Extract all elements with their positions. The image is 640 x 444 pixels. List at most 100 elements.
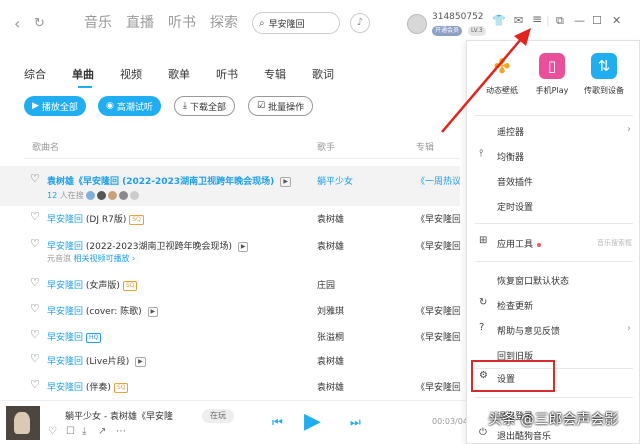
col-song: 歌曲名 bbox=[32, 143, 60, 153]
artist-name[interactable]: 张溢桐 bbox=[317, 330, 344, 343]
download-icon: ⤓ bbox=[183, 101, 187, 111]
batch-button[interactable]: ☑ 批量操作 bbox=[248, 96, 314, 116]
table-row[interactable]: ♡ 袁树雄《早安隆回 (2022-2023湖南卫视跨年晚会现场) ▶ 躺平少女 … bbox=[0, 166, 460, 206]
heart-icon[interactable]: ♡ bbox=[30, 302, 40, 315]
now-playing-title[interactable]: 躺平少女 - 袁树雄《早安隆 bbox=[65, 409, 173, 422]
heart-icon[interactable]: ♡ bbox=[30, 237, 40, 250]
tab-explore[interactable]: 探索 bbox=[210, 12, 238, 32]
play-all-button[interactable]: ▶ 播放全部 bbox=[24, 96, 86, 116]
heart-icon[interactable]: ♡ bbox=[48, 426, 57, 437]
play-icon: ▶ bbox=[32, 101, 39, 111]
tab-audiobook[interactable]: 听书 bbox=[168, 12, 196, 32]
tab-albums[interactable]: 专辑 bbox=[264, 66, 286, 82]
album-name[interactable]: 《早安隆回 bbox=[416, 212, 460, 225]
song-title[interactable]: 早安隆回 (伴奏) SQ bbox=[47, 380, 129, 393]
song-title[interactable]: 早安隆回 (2022-2023湖南卫视跨年晚会现场) ▶ bbox=[47, 239, 249, 252]
maximize-icon[interactable]: ☐ bbox=[592, 14, 602, 27]
mv-icon[interactable]: ▶ bbox=[135, 356, 146, 367]
user-id[interactable]: 314850752 bbox=[432, 12, 484, 22]
heart-icon[interactable]: ♡ bbox=[30, 328, 40, 341]
avatar[interactable] bbox=[407, 14, 427, 34]
play-button[interactable]: ▶ bbox=[304, 409, 321, 434]
next-icon[interactable]: ⏭ bbox=[350, 415, 361, 430]
artist-name[interactable]: 袁树雄 bbox=[317, 239, 344, 252]
download-all-button[interactable]: ⤓ 下载全部 bbox=[174, 96, 235, 116]
close-icon[interactable]: ✕ bbox=[612, 14, 621, 27]
table-row[interactable]: ♡ 早安隆回 (伴奏) SQ 袁树雄 《早安隆回 bbox=[0, 376, 460, 396]
album-name[interactable]: 《早安隆回 bbox=[416, 380, 460, 393]
search-input[interactable] bbox=[268, 18, 329, 28]
prev-icon[interactable]: ⏮ bbox=[272, 415, 283, 430]
menu-item-timer[interactable]: 定时设置 bbox=[467, 196, 639, 216]
album-name[interactable]: 《一周热议歌曲 bbox=[416, 174, 460, 187]
menu-item-app-tools[interactable]: ⊞ 应用工具 音乐搜索框 bbox=[467, 233, 639, 253]
minimize-icon[interactable]: — bbox=[574, 14, 585, 27]
song-title[interactable]: 袁树雄《早安隆回 (2022-2023湖南卫视跨年晚会现场) ▶ bbox=[47, 174, 291, 187]
menu-item-check-update[interactable]: ↻ 检查更新 bbox=[467, 295, 639, 315]
transfer-item[interactable]: ⇅ 传歌到设备 bbox=[579, 53, 629, 96]
playing-status[interactable]: 在玩 bbox=[202, 409, 234, 423]
comment-icon[interactable]: ☐ bbox=[66, 426, 75, 437]
song-title[interactable]: 早安隆回 (Live片段) ▶ bbox=[47, 354, 146, 367]
heart-icon[interactable]: ♡ bbox=[30, 172, 40, 185]
heart-icon[interactable]: ♡ bbox=[30, 378, 40, 391]
heart-icon[interactable]: ♡ bbox=[30, 210, 40, 223]
table-row[interactable]: ♡ 早安隆回 (2022-2023湖南卫视跨年晚会现场) ▶ 袁树雄 《早安隆回… bbox=[0, 234, 460, 266]
artist-name[interactable]: 躺平少女 bbox=[317, 174, 353, 187]
download-icon[interactable]: ⤓ bbox=[82, 426, 86, 437]
share-icon[interactable]: ↗ bbox=[98, 426, 106, 437]
mini-mode-icon[interactable]: ⧉ bbox=[556, 14, 564, 28]
menu-item-equalizer[interactable]: ⫯ 均衡器 bbox=[467, 146, 639, 166]
phone-play-item[interactable]: ▯ 手机Play bbox=[527, 53, 577, 96]
artist-name[interactable]: 袁树雄 bbox=[317, 212, 344, 225]
tab-videos[interactable]: 视频 bbox=[120, 66, 142, 82]
menu-item-remote[interactable]: 遥控器 › bbox=[467, 121, 639, 141]
back-icon[interactable]: ‹ bbox=[14, 14, 20, 33]
menu-icon[interactable]: ≡ bbox=[532, 12, 542, 26]
album-name[interactable]: 《早安隆回 bbox=[416, 330, 460, 343]
tab-music[interactable]: 音乐 bbox=[84, 12, 112, 32]
artist-name[interactable]: 袁树雄 bbox=[317, 380, 344, 393]
menu-item-restore-window[interactable]: 恢复窗口默认状态 bbox=[467, 270, 639, 290]
artist-name[interactable]: 刘雅琪 bbox=[317, 304, 344, 317]
search-icon: ⌕ bbox=[259, 17, 265, 29]
tab-books[interactable]: 听书 bbox=[216, 66, 238, 82]
table-row[interactable]: ♡ 早安隆回 HQ 张溢桐 《早安隆回 bbox=[0, 326, 460, 346]
more-icon[interactable]: ⋯ bbox=[116, 426, 126, 437]
album-cover[interactable] bbox=[6, 406, 40, 440]
album-name[interactable]: 《早安隆回【 bbox=[416, 304, 460, 317]
mail-icon[interactable]: ✉ bbox=[514, 14, 523, 27]
heart-icon[interactable]: ♡ bbox=[30, 276, 40, 289]
table-row[interactable]: ♡ 早安隆回 (cover: 陈歌) ▶ 刘雅琪 《早安隆回【 bbox=[0, 300, 460, 320]
artist-name[interactable]: 袁树雄 bbox=[317, 354, 344, 367]
hires-preview-button[interactable]: ◉ 高潮试听 bbox=[98, 96, 161, 116]
song-title[interactable]: 早安隆回 HQ bbox=[47, 330, 102, 343]
table-row[interactable]: ♡ 早安隆回 (DJ R7版) SQ 袁树雄 《早安隆回 bbox=[0, 208, 460, 228]
mv-icon[interactable]: ▶ bbox=[147, 306, 159, 317]
mv-icon[interactable]: ▶ bbox=[237, 241, 249, 252]
menu-item-help[interactable]: ? 帮助与意见反馈 › bbox=[467, 320, 639, 340]
search-box[interactable]: ⌕ bbox=[252, 12, 340, 34]
heart-icon[interactable]: ♡ bbox=[30, 352, 40, 365]
power-icon: ⏻ bbox=[479, 427, 487, 438]
live-wallpaper-item[interactable]: ✤ 动态壁纸 bbox=[477, 53, 527, 96]
tab-all[interactable]: 综合 bbox=[24, 66, 46, 82]
tab-lyrics[interactable]: 歌词 bbox=[312, 66, 334, 82]
mv-icon[interactable]: ▶ bbox=[280, 176, 291, 187]
artist-name[interactable]: 庄园 bbox=[317, 278, 335, 291]
tab-playlists[interactable]: 歌单 bbox=[168, 66, 190, 82]
album-name[interactable]: 《早安隆回 bbox=[416, 239, 460, 252]
menu-item-sound-plugin[interactable]: 音效插件 bbox=[467, 171, 639, 191]
table-row[interactable]: ♡ 早安隆回 (Live片段) ▶ 袁树雄 bbox=[0, 350, 460, 370]
song-title[interactable]: 早安隆回 (DJ R7版) SQ bbox=[47, 212, 144, 225]
skin-icon[interactable]: 👕 bbox=[492, 14, 506, 27]
refresh-icon[interactable]: ↻ bbox=[34, 16, 45, 31]
song-title[interactable]: 早安隆回 (cover: 陈歌) ▶ bbox=[47, 304, 159, 317]
table-row[interactable]: ♡ 早安隆回 (女声版) SQ 庄园 bbox=[0, 274, 460, 294]
song-title[interactable]: 早安隆回 (女声版) SQ bbox=[47, 278, 138, 291]
related-video[interactable]: 元音浪 相关视频可播放 › bbox=[47, 253, 135, 264]
tab-songs[interactable]: 单曲 bbox=[72, 66, 94, 88]
voice-search-icon[interactable]: ♪ bbox=[350, 13, 370, 33]
tab-live[interactable]: 直播 bbox=[126, 12, 154, 32]
vip-badge[interactable]: 开通会员 bbox=[432, 26, 463, 36]
